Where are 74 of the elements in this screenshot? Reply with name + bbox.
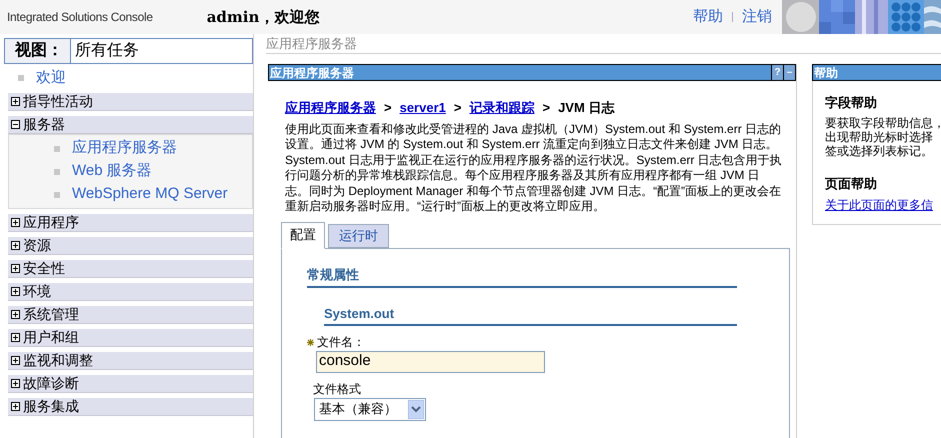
nav-category-label: 监视和调整 [23, 351, 93, 370]
help-link[interactable]: 关于此页面的更多信 [825, 196, 941, 214]
nav-category[interactable]: 用户和组 [8, 329, 253, 347]
collapse-icon[interactable] [11, 120, 20, 129]
help-text: 签或选择列表标记。 [825, 144, 934, 158]
nav-category[interactable]: 指导性活动 [8, 93, 253, 111]
nav-category[interactable]: 系统管理 [8, 306, 253, 324]
page-title: 应用程序服务器 [266, 34, 357, 53]
welcome-link[interactable]: 欢迎 [36, 66, 66, 90]
panel-title: 应用程序服务器 [269, 64, 354, 82]
nav-category-label: 安全性 [23, 259, 65, 278]
nav-category[interactable]: 安全性 [8, 260, 253, 278]
bullet-icon [54, 146, 60, 152]
nav-link[interactable]: WebSphere MQ Server [72, 183, 228, 206]
nav-category-label: 系统管理 [23, 305, 79, 324]
breadcrumb-separator: > [454, 99, 462, 117]
nav-category-label: 指导性活动 [23, 92, 93, 111]
breadcrumb-link[interactable]: 应用程序服务器 [285, 98, 376, 118]
welcome-text: admin，欢迎您 [206, 6, 320, 28]
breadcrumb-separator: > [384, 99, 392, 117]
header-link[interactable]: 注销 [742, 6, 772, 28]
expand-icon[interactable] [11, 264, 20, 273]
nav-category-label: 环境 [23, 282, 51, 301]
help-text: 出现帮助光标时选择 [825, 130, 934, 144]
nav-category[interactable]: 服务器 [8, 116, 253, 134]
nav-category-label: 服务集成 [23, 397, 79, 416]
nav-category-label: 故障诊断 [23, 374, 79, 393]
tab[interactable]: 运行时 [328, 224, 389, 248]
field-label: 文件格式 [313, 381, 361, 398]
expand-icon[interactable] [11, 333, 20, 342]
nav-category-label: 服务器 [23, 115, 65, 134]
nav-category-label: 应用程序 [23, 213, 79, 232]
nav-category-label: 用户和组 [23, 328, 79, 347]
expand-icon[interactable] [11, 379, 20, 388]
header-link[interactable]: 帮助 [693, 6, 723, 28]
breadcrumb-current: JVM 日志 [558, 99, 614, 117]
dropdown[interactable]: 基本（兼容） [314, 398, 426, 420]
nav-category[interactable]: 服务集成 [8, 398, 253, 416]
nav-link[interactable]: 应用程序服务器 [72, 137, 177, 160]
expand-icon[interactable] [11, 402, 20, 411]
nav-link[interactable]: Web 服务器 [72, 160, 152, 183]
expand-icon[interactable] [11, 97, 20, 106]
field-label: 文件名： [317, 334, 365, 351]
bullet-icon [54, 192, 60, 198]
expand-icon[interactable] [11, 218, 20, 227]
breadcrumb-link[interactable]: server1 [400, 98, 446, 118]
section-heading: 常规属性 [307, 264, 737, 288]
expand-icon[interactable] [11, 356, 20, 365]
nav-category[interactable]: 故障诊断 [8, 375, 253, 393]
nav-category[interactable]: 应用程序 [8, 214, 253, 232]
input-field[interactable]: console [316, 350, 545, 372]
view-label: 视图： [5, 39, 71, 63]
breadcrumb-separator: > [542, 99, 550, 117]
nav-category-label: 资源 [23, 236, 51, 255]
view-value: 所有任务 [74, 41, 140, 61]
help-heading: 字段帮助 [825, 94, 878, 112]
bullet-icon [18, 75, 24, 81]
nav-category[interactable]: 监视和调整 [8, 352, 253, 370]
expand-icon[interactable] [11, 287, 20, 296]
nav-category[interactable]: 环境 [8, 283, 253, 301]
chevron-down-icon [408, 400, 424, 418]
bullet-icon [54, 168, 60, 174]
page-description: 使用此页面来查看和修改此受管进程的 Java 虚拟机（JVM）System.out 和 System.err 日志的设置。通过将 JVM 的 System.out 和 System.err 流重定向到独立日志文件来创建 JVM 日志。System.out 日志用于监视正在运行的应用程序服务器的运行状况。System.err 日志包含用于执行问题分析的异常堆栈跟踪信息。每个应用程序服务器及其所有应用程序都有一组 JVM 日志。同时为 Deployment Manager 和每个节点管理器创建 JVM 日志。“配置”面板上的更改会在重新启动服务器时应用。“运行时”面板上的更改将立即应用。 [285, 122, 783, 214]
product-name: Integrated Solutions Console [7, 9, 153, 26]
view-selector[interactable]: 视图： 所有任务 [4, 38, 253, 64]
help-text: 要获取字段帮助信息， [825, 116, 941, 130]
expand-icon[interactable] [11, 310, 20, 319]
tab[interactable]: 配置 [281, 222, 325, 248]
help-title: 帮助 [813, 64, 838, 82]
subsection-heading: System.out [324, 304, 737, 326]
help-heading: 页面帮助 [825, 174, 878, 192]
nav-category[interactable]: 资源 [8, 237, 253, 255]
expand-icon[interactable] [11, 241, 20, 250]
breadcrumb-link[interactable]: 记录和跟踪 [469, 98, 534, 118]
